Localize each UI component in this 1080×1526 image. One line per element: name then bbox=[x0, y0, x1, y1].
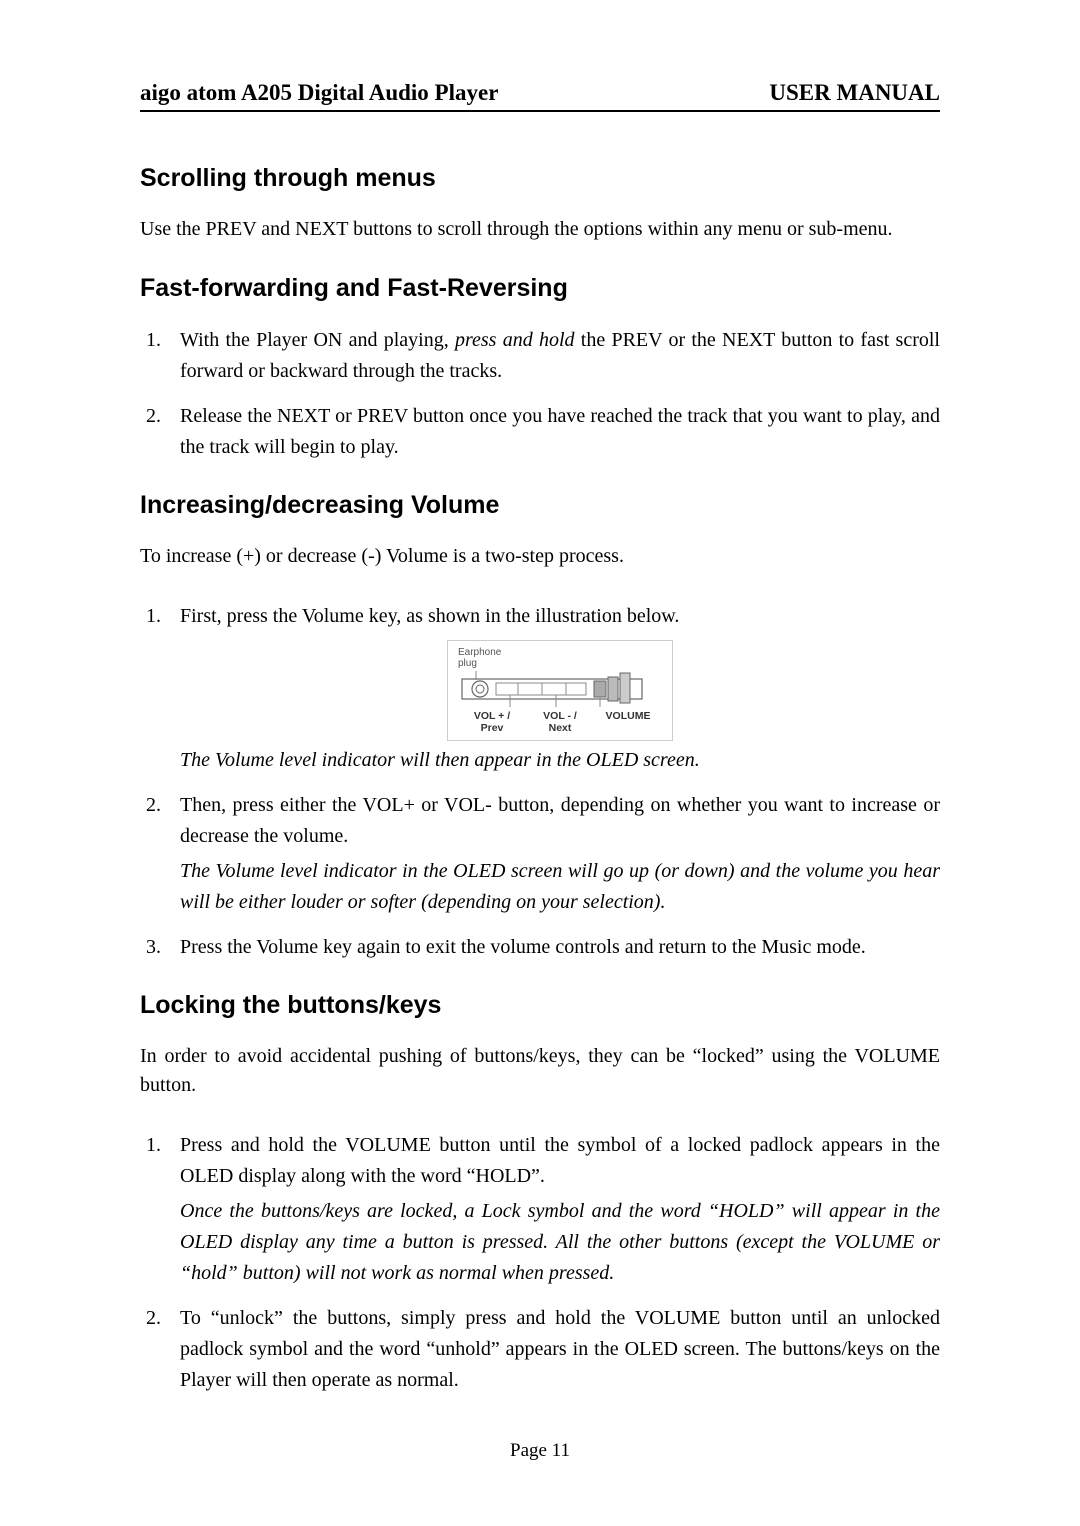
page-header: aigo atom A205 Digital Audio Player USER… bbox=[140, 80, 940, 112]
list-text: Press the Volume key again to exit the v… bbox=[180, 936, 866, 958]
list-text-em: press and hold bbox=[455, 329, 575, 351]
list-item: First, press the Volume key, as shown in… bbox=[166, 601, 940, 776]
list-text-em: Once the buttons/keys are locked, a Lock… bbox=[180, 1196, 940, 1289]
section-title-lock: Locking the buttons/keys bbox=[140, 991, 940, 1020]
list-text: Then, press either the VOL+ or VOL- butt… bbox=[180, 794, 940, 847]
list-text: With the Player ON and playing, bbox=[180, 329, 455, 351]
volume-illustration-wrap: Earphone plug bbox=[180, 640, 940, 741]
label-text: VOL + / bbox=[474, 710, 510, 722]
list-text: To “unlock” the buttons, simply press an… bbox=[180, 1307, 940, 1391]
section-body-lock: In order to avoid accidental pushing of … bbox=[140, 1042, 940, 1100]
illustration-caption: The Volume level indicator will then app… bbox=[180, 745, 940, 776]
lock-list: Press and hold the VOLUME button until t… bbox=[140, 1130, 940, 1396]
illustration-label-volume: VOLUME bbox=[594, 711, 662, 734]
illustration-label-volplus: VOL + / Prev bbox=[458, 711, 526, 734]
list-item: Press the Volume key again to exit the v… bbox=[166, 932, 940, 963]
player-diagram-icon bbox=[458, 671, 662, 709]
section-body-scroll: Use the PREV and NEXT buttons to scroll … bbox=[140, 215, 940, 244]
list-item: To “unlock” the buttons, simply press an… bbox=[166, 1303, 940, 1396]
header-right: USER MANUAL bbox=[769, 80, 940, 106]
list-text-em: The Volume level indicator in the OLED s… bbox=[180, 856, 940, 918]
list-item: Press and hold the VOLUME button until t… bbox=[166, 1130, 940, 1289]
section-title-volume: Increasing/decreasing Volume bbox=[140, 491, 940, 520]
header-left: aigo atom A205 Digital Audio Player bbox=[140, 80, 498, 106]
list-text: Press and hold the VOLUME button until t… bbox=[180, 1134, 940, 1187]
illustration-bottom-labels: VOL + / Prev VOL - / Next VOLUME bbox=[458, 711, 662, 734]
label-text: VOLUME bbox=[606, 710, 651, 722]
list-item: Release the NEXT or PREV button once you… bbox=[166, 401, 940, 463]
list-item: With the Player ON and playing, press an… bbox=[166, 325, 940, 387]
list-text: First, press the Volume key, as shown in… bbox=[180, 605, 679, 627]
page-number: Page 11 bbox=[0, 1440, 1080, 1462]
label-text: plug bbox=[458, 658, 477, 669]
section-title-scroll: Scrolling through menus bbox=[140, 164, 940, 193]
label-text: Earphone bbox=[458, 647, 501, 658]
list-item: Then, press either the VOL+ or VOL- butt… bbox=[166, 790, 940, 918]
volume-list: First, press the Volume key, as shown in… bbox=[140, 601, 940, 963]
section-title-fastfwd: Fast-forwarding and Fast-Reversing bbox=[140, 274, 940, 303]
label-text: Next bbox=[549, 722, 572, 734]
illustration-label-earphone: Earphone plug bbox=[458, 647, 662, 669]
illustration-label-volminus: VOL - / Next bbox=[526, 711, 594, 734]
volume-illustration: Earphone plug bbox=[447, 640, 673, 741]
list-text: Release the NEXT or PREV button once you… bbox=[180, 405, 940, 458]
fastfwd-list: With the Player ON and playing, press an… bbox=[140, 325, 940, 463]
section-body-volume: To increase (+) or decrease (-) Volume i… bbox=[140, 542, 940, 571]
label-text: Prev bbox=[481, 722, 504, 734]
label-text: VOL - / bbox=[543, 710, 577, 722]
